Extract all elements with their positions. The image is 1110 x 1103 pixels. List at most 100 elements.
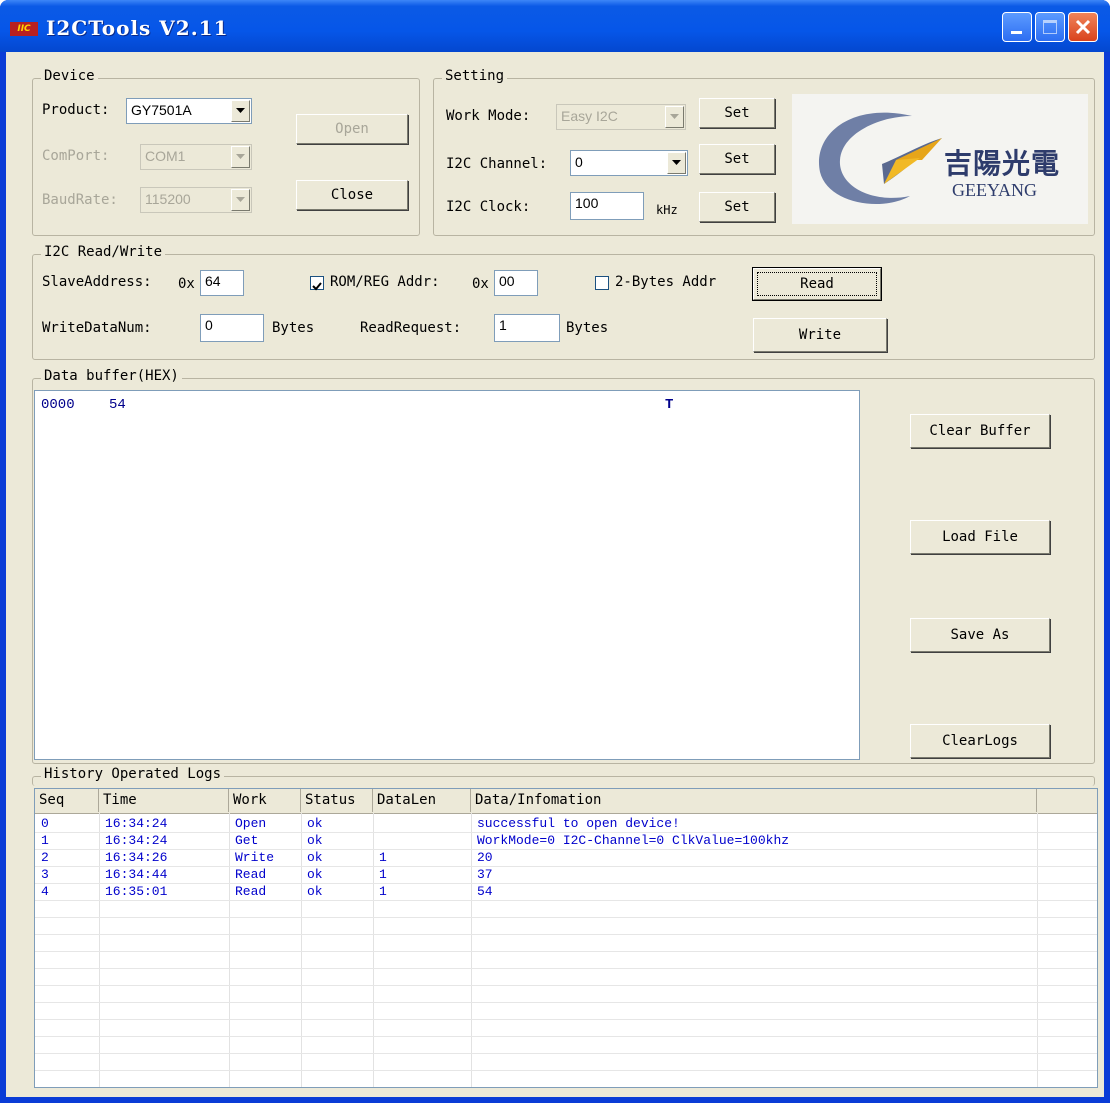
romreg-address-input[interactable]: 00 <box>494 270 538 296</box>
close-icon <box>1075 19 1091 35</box>
workmode-select[interactable]: Easy I2C <box>556 104 686 130</box>
col-info[interactable]: Data/Infomation <box>471 789 1037 812</box>
setting-legend: Setting <box>442 68 508 84</box>
romreg-checkbox[interactable] <box>310 276 324 291</box>
chevron-down-icon <box>665 106 684 128</box>
table-row[interactable]: 2 16:34:26 Write ok 1 20 <box>35 849 1097 866</box>
baudrate-select[interactable]: 115200 <box>140 187 252 213</box>
maximize-icon <box>1043 20 1057 34</box>
comport-select[interactable]: COM1 <box>140 144 252 170</box>
table-row[interactable]: 3 16:34:44 Read ok 1 37 <box>35 866 1097 883</box>
cell-status: ok <box>307 884 323 899</box>
cell-seq: 3 <box>41 867 49 882</box>
set-channel-button[interactable]: Set <box>699 144 775 174</box>
set-clock-button[interactable]: Set <box>699 192 775 222</box>
cell-work: Read <box>235 867 267 882</box>
cell-seq: 2 <box>41 850 49 865</box>
rw-group: I2C Read/Write <box>32 244 1095 360</box>
row-divider <box>35 985 1097 1003</box>
row-divider <box>35 1019 1097 1037</box>
cell-len: 1 <box>379 850 387 865</box>
close-button[interactable]: Close <box>296 180 408 210</box>
chevron-down-icon <box>667 152 686 174</box>
comport-value: COM1 <box>145 148 186 164</box>
col-time[interactable]: Time <box>99 789 229 812</box>
clock-input[interactable]: 100 <box>570 192 644 220</box>
title-bar[interactable]: IIC I2CTools V2.11 <box>0 0 1110 52</box>
write-button[interactable]: Write <box>753 318 887 352</box>
cell-status: ok <box>307 850 323 865</box>
product-label: Product: <box>42 102 110 118</box>
row-divider <box>35 900 1097 918</box>
baudrate-label: BaudRate: <box>42 192 118 208</box>
cell-time: 16:35:01 <box>105 884 168 899</box>
romreg-label: ROM/REG Addr: <box>330 274 440 290</box>
clock-unit: kHz <box>656 203 678 217</box>
row-divider <box>35 917 1097 935</box>
romreg-prefix: 0x <box>472 276 489 292</box>
row-divider <box>35 934 1097 952</box>
row-divider <box>35 951 1097 969</box>
cell-info: 20 <box>477 850 493 865</box>
readreq-input[interactable]: 1 <box>494 314 560 342</box>
cell-time: 16:34:24 <box>105 816 168 831</box>
col-status[interactable]: Status <box>301 789 373 812</box>
cell-info: successful to open device! <box>477 816 680 831</box>
channel-label: I2C Channel: <box>446 156 548 172</box>
table-row[interactable]: 0 16:34:24 Open ok successful to open device… <box>35 815 1097 832</box>
read-button[interactable]: Read <box>753 268 881 300</box>
chevron-down-icon <box>231 100 250 122</box>
logo-cn-text: 吉陽光電 <box>944 147 1061 180</box>
rw-legend: I2C Read/Write <box>41 244 166 260</box>
clear-logs-button[interactable]: ClearLogs <box>910 724 1050 758</box>
client-area: Device Product: GY7501A ComPort: COM1 Ba… <box>6 52 1104 1097</box>
cell-status: ok <box>307 867 323 882</box>
logs-legend: History Operated Logs <box>41 766 225 782</box>
clock-label: I2C Clock: <box>446 199 531 215</box>
row-divider <box>35 1036 1097 1054</box>
col-datalen[interactable]: DataLen <box>373 789 471 812</box>
set-workmode-button[interactable]: Set <box>699 98 775 128</box>
cell-work: Write <box>235 850 275 865</box>
buffer-ascii: T <box>665 397 674 413</box>
logo-en-text: GEEYANG <box>952 180 1037 200</box>
col-filler <box>1037 789 1097 812</box>
row-divider <box>35 1002 1097 1020</box>
cell-time: 16:34:26 <box>105 850 168 865</box>
col-work[interactable]: Work <box>229 789 301 812</box>
maximize-button[interactable] <box>1035 12 1065 42</box>
load-file-button[interactable]: Load File <box>910 520 1050 554</box>
buffer-legend: Data buffer(HEX) <box>41 368 182 384</box>
clear-buffer-button[interactable]: Clear Buffer <box>910 414 1050 448</box>
open-button[interactable]: Open <box>296 114 408 144</box>
logs-table[interactable]: Seq Time Work Status DataLen Data/Infoma… <box>34 788 1098 1088</box>
minimize-icon <box>1011 31 1022 34</box>
cell-info: 54 <box>477 884 493 899</box>
row-divider <box>35 1053 1097 1071</box>
minimize-button[interactable] <box>1002 12 1032 42</box>
geeyang-logo: 吉陽光電 GEEYANG <box>792 94 1088 224</box>
cell-info: WorkMode=0 I2C-Channel=0 ClkValue=100khz <box>477 833 790 848</box>
cell-work: Read <box>235 884 267 899</box>
writenum-label: WriteDataNum: <box>42 320 152 336</box>
close-window-button[interactable] <box>1068 12 1098 42</box>
data-buffer-view[interactable]: 0000 54 T <box>34 390 860 760</box>
writenum-input[interactable]: 0 <box>200 314 264 342</box>
slave-address-input[interactable]: 64 <box>200 270 244 296</box>
two-byte-label: 2-Bytes Addr <box>615 274 717 290</box>
slave-label: SlaveAddress: <box>42 274 152 290</box>
table-row[interactable]: 1 16:34:24 Get ok WorkMode=0 I2C-Channel=0 C… <box>35 832 1097 849</box>
readreq-unit: Bytes <box>566 320 609 336</box>
buffer-hex: 54 <box>109 397 126 413</box>
col-seq[interactable]: Seq <box>35 789 99 812</box>
save-as-button[interactable]: Save As <box>910 618 1050 652</box>
channel-select[interactable]: 0 <box>570 150 688 176</box>
cell-time: 16:34:24 <box>105 833 168 848</box>
table-row[interactable]: 4 16:35:01 Read ok 1 54 <box>35 883 1097 900</box>
slave-prefix: 0x <box>178 276 195 292</box>
workmode-label: Work Mode: <box>446 108 531 124</box>
baudrate-value: 115200 <box>145 191 191 207</box>
two-byte-checkbox[interactable] <box>595 276 609 290</box>
cell-len: 1 <box>379 867 387 882</box>
product-select[interactable]: GY7501A <box>126 98 252 124</box>
